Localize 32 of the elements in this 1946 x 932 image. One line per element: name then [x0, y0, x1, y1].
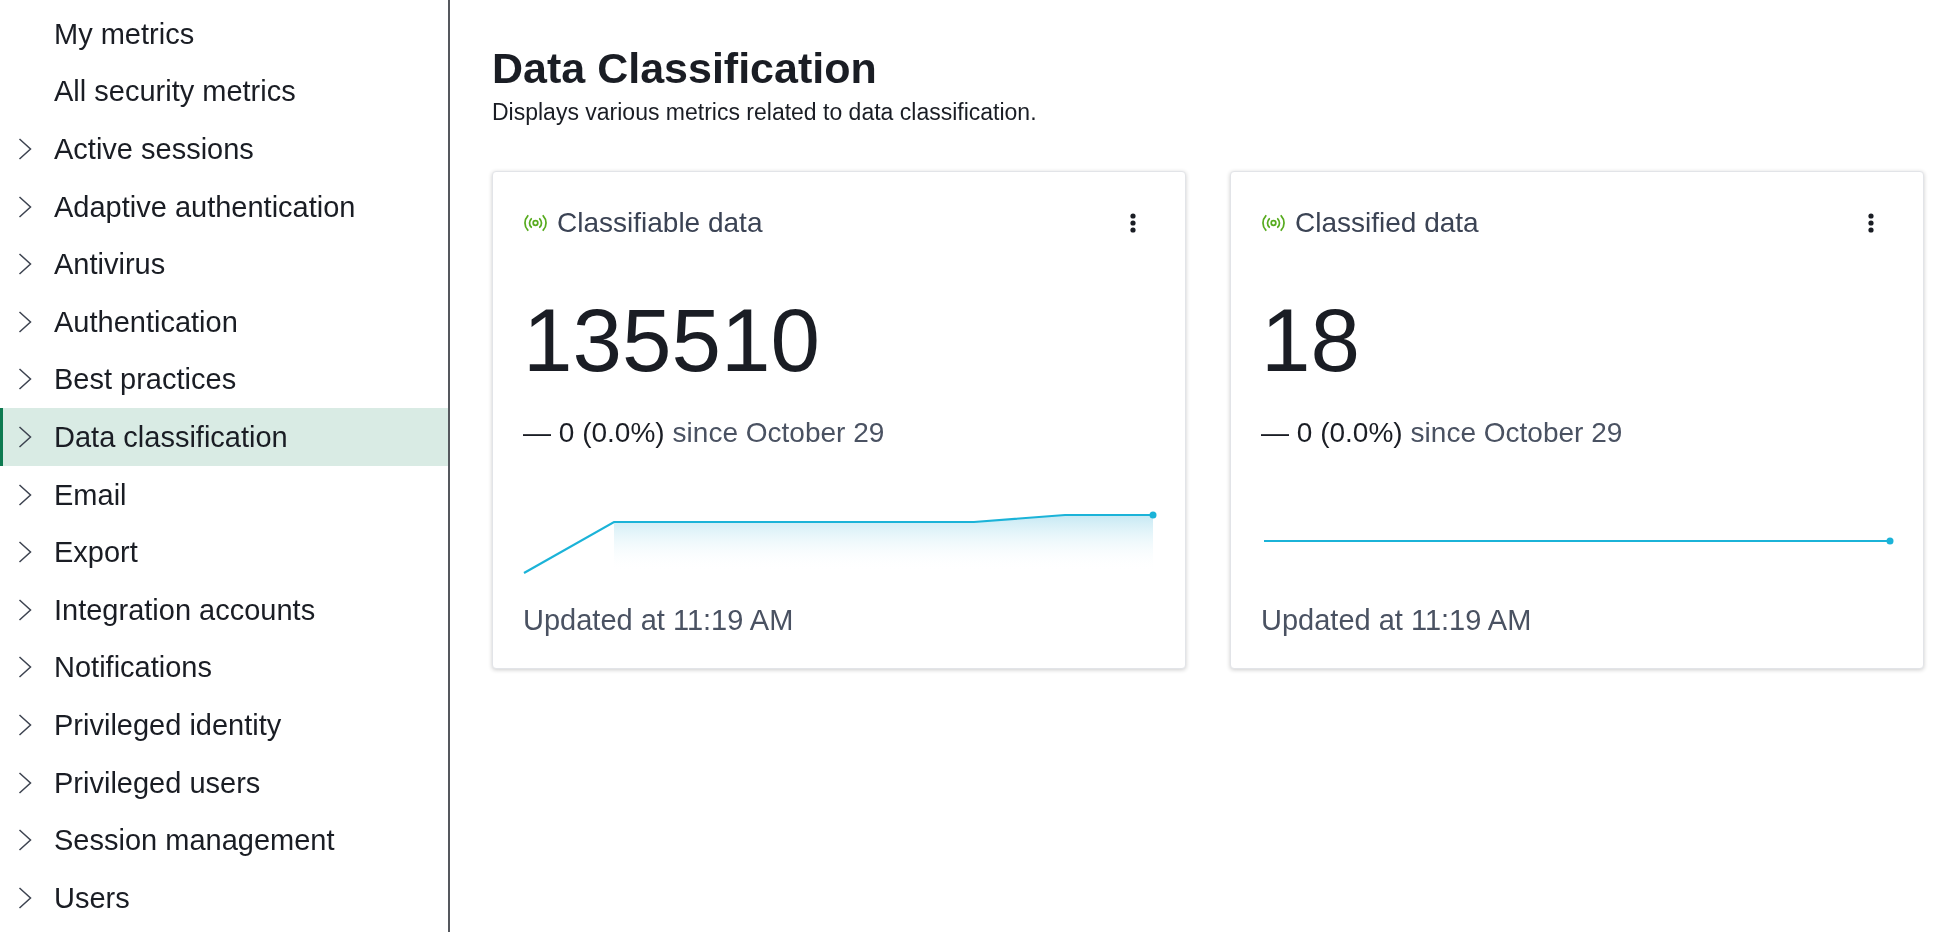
- page-title: Data Classification: [492, 43, 878, 93]
- page-description: Displays various metrics related to data classification.: [492, 98, 1038, 126]
- sidebar-item[interactable]: Authentication: [0, 292, 448, 351]
- broadcast-icon: [523, 214, 548, 232]
- sidebar-item[interactable]: Session management: [0, 811, 448, 869]
- sidebar-item[interactable]: Privileged identity: [0, 696, 448, 754]
- change-period: since October 29: [1410, 416, 1623, 450]
- sidebar-item[interactable]: Privileged users: [0, 753, 448, 812]
- sidebar-item[interactable]: Active sessions: [0, 120, 448, 178]
- card-title: Classified data: [1295, 207, 1479, 239]
- sidebar-item[interactable]: Integration accounts: [0, 580, 448, 639]
- updated-time: Updated at 11:19 AM: [1261, 603, 1532, 637]
- sidebar-item[interactable]: All security metrics: [0, 62, 448, 121]
- more-menu-icon: [1130, 213, 1136, 233]
- change-value: — 0 (0.0%): [1261, 416, 1403, 450]
- more-menu-icon: [1868, 213, 1874, 233]
- card-title: Classifiable data: [557, 207, 763, 239]
- sidebar-item[interactable]: My metrics: [0, 5, 448, 63]
- metric-value: 135510: [523, 295, 820, 385]
- broadcast-icon: [1261, 214, 1286, 232]
- sidebar-item[interactable]: Export: [0, 523, 448, 581]
- change-value: — 0 (0.0%): [523, 416, 665, 450]
- sidebar-item[interactable]: Antivirus: [0, 235, 448, 293]
- metric-value: 18: [1261, 295, 1360, 385]
- sidebar-item[interactable]: Adaptive authentication: [0, 177, 448, 236]
- sidebar-item[interactable]: Data classification: [0, 408, 448, 466]
- change-period: since October 29: [672, 416, 885, 450]
- sidebar-item[interactable]: Notifications: [0, 638, 448, 697]
- updated-time: Updated at 11:19 AM: [523, 603, 794, 637]
- sidebar-item[interactable]: Best practices: [0, 350, 448, 409]
- sidebar-item[interactable]: Email: [0, 465, 448, 524]
- sidebar-item[interactable]: Users: [0, 868, 448, 927]
